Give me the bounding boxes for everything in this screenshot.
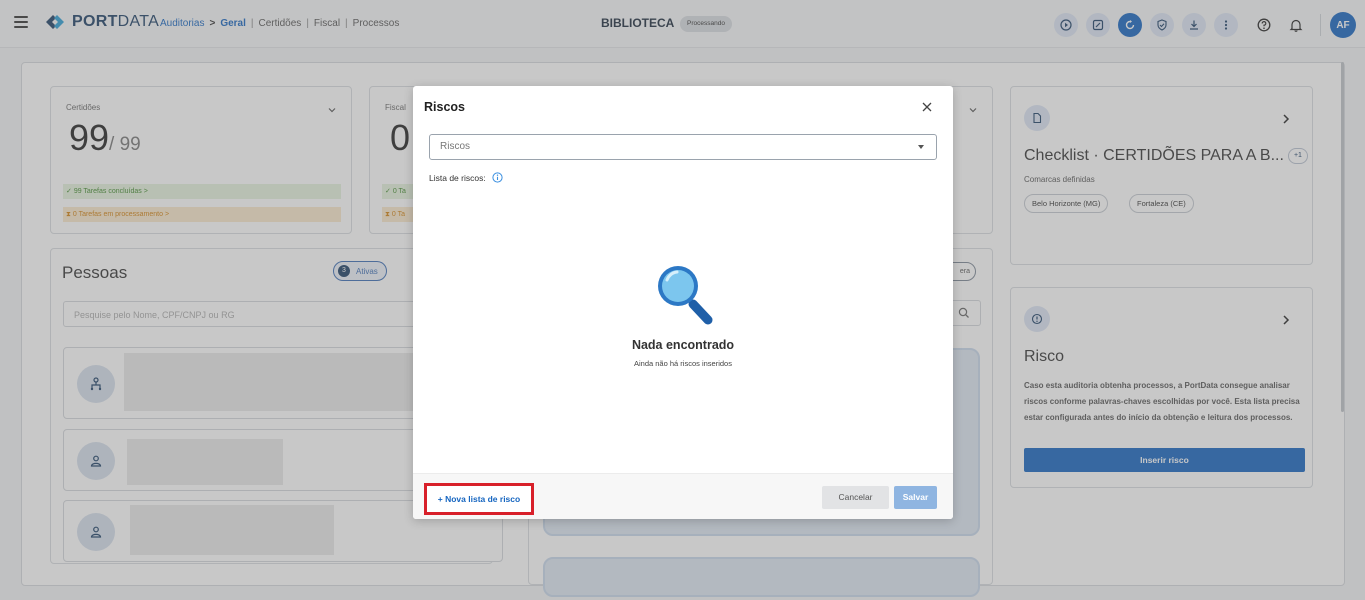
riscos-modal: Riscos Riscos Lista de riscos: Nada enco… bbox=[413, 86, 953, 519]
save-button[interactable]: Salvar bbox=[894, 486, 937, 509]
cancel-button[interactable]: Cancelar bbox=[822, 486, 889, 509]
risk-list-label: Lista de riscos: bbox=[429, 172, 503, 183]
new-risk-list-button[interactable]: + Nova lista de risco bbox=[424, 483, 534, 515]
modal-footer: + Nova lista de risco Cancelar Salvar bbox=[413, 473, 953, 519]
select-value: Riscos bbox=[440, 141, 471, 152]
modal-title: Riscos bbox=[424, 100, 465, 114]
empty-state-title: Nada encontrado bbox=[631, 338, 735, 352]
riscos-select[interactable]: Riscos bbox=[429, 134, 937, 160]
empty-state-subtitle: Ainda não há riscos inseridos bbox=[634, 359, 732, 368]
info-icon[interactable] bbox=[492, 172, 503, 183]
dropdown-caret-icon bbox=[918, 145, 924, 149]
close-icon[interactable] bbox=[921, 101, 933, 113]
magnifier-icon bbox=[658, 266, 713, 325]
